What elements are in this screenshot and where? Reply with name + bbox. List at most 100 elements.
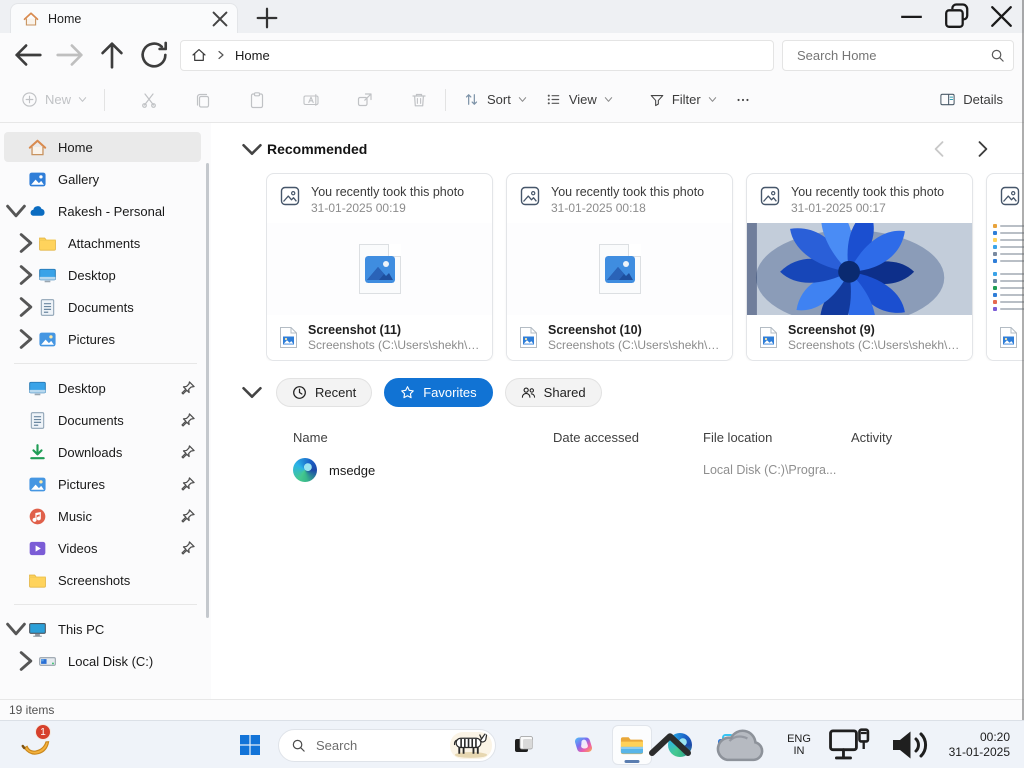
more-options-button[interactable] xyxy=(726,83,760,117)
recommended-card-partial[interactable] xyxy=(986,173,1024,361)
sidebar-item-home[interactable]: Home xyxy=(4,132,201,162)
card-file-name: Screenshot (11) xyxy=(308,322,480,338)
sidebar-item-local-disk-c-[interactable]: Local Disk (C:) xyxy=(4,646,201,676)
home-icon xyxy=(23,11,39,27)
search-highlight-chip[interactable] xyxy=(450,732,492,759)
documents-icon xyxy=(38,298,57,317)
sidebar-item-label: Desktop xyxy=(68,268,201,283)
copy-button[interactable] xyxy=(185,83,221,117)
recommended-card-screenshot-9-[interactable]: You recently took this photo31-01-2025 0… xyxy=(746,173,973,361)
tab-shared[interactable]: Shared xyxy=(505,378,602,407)
tray-chevron-up-icon[interactable] xyxy=(634,725,706,765)
sidebar-item-rakesh-personal[interactable]: Rakesh - Personal xyxy=(4,196,201,226)
minimize-button[interactable] xyxy=(889,0,934,33)
forward-button[interactable] xyxy=(52,38,88,72)
sidebar-item-videos[interactable]: Videos xyxy=(4,533,201,563)
carousel-right-icon[interactable] xyxy=(972,139,992,159)
sidebar-item-gallery[interactable]: Gallery xyxy=(4,164,201,194)
column-header-activity[interactable]: Activity xyxy=(851,430,971,445)
recommended-card-screenshot-11-[interactable]: You recently took this photo31-01-2025 0… xyxy=(266,173,493,361)
sidebar-item-attachments[interactable]: Attachments xyxy=(4,228,201,258)
chevron-right-icon[interactable] xyxy=(14,295,38,319)
search-input[interactable] xyxy=(795,47,990,64)
tab-home[interactable]: Home xyxy=(10,3,238,33)
tray-time: 00:20 xyxy=(980,730,1010,745)
tab-recent[interactable]: Recent xyxy=(276,378,372,407)
sidebar-item-label: Documents xyxy=(58,413,179,428)
chevron-right-icon[interactable] xyxy=(14,263,38,287)
refresh-button[interactable] xyxy=(136,38,172,72)
sidebar-item-music[interactable]: Music xyxy=(4,501,201,531)
tab-close-icon[interactable] xyxy=(209,8,231,30)
chevron-right-icon[interactable] xyxy=(14,231,38,255)
column-header-date-accessed[interactable]: Date accessed xyxy=(553,430,703,445)
sidebar-item-pictures[interactable]: Pictures xyxy=(4,469,201,499)
filter-button[interactable]: Filter xyxy=(640,83,726,117)
table-row-msedge[interactable]: msedgeLocal Disk (C:)\Progra... xyxy=(293,451,1024,489)
task-view-button[interactable] xyxy=(504,725,544,765)
taskbar: 1 ENG IN 00:20 31-01-2025 xyxy=(0,720,1024,768)
sidebar-item-documents[interactable]: Documents xyxy=(4,292,201,322)
language-switcher[interactable]: ENG IN xyxy=(779,725,819,765)
network-icon[interactable] xyxy=(819,725,880,765)
cut-button[interactable] xyxy=(131,83,167,117)
sidebar-item-desktop[interactable]: Desktop xyxy=(4,373,201,403)
chevron-down-icon[interactable] xyxy=(4,617,28,641)
search-icon[interactable] xyxy=(990,48,1005,63)
sort-button[interactable]: Sort xyxy=(454,83,536,117)
tab-favorites[interactable]: Favorites xyxy=(384,378,492,407)
clock[interactable]: 00:20 31-01-2025 xyxy=(941,725,1020,765)
sidebar-item-downloads[interactable]: Downloads xyxy=(4,437,201,467)
copy-icon xyxy=(194,91,212,109)
collapse-activity-icon[interactable] xyxy=(237,377,267,407)
sidebar-item-this-pc[interactable]: This PC xyxy=(4,614,201,644)
rename-button[interactable] xyxy=(293,83,329,117)
share-button[interactable] xyxy=(347,83,383,117)
paste-icon xyxy=(248,91,266,109)
sidebar-item-pictures[interactable]: Pictures xyxy=(4,324,201,354)
taskbar-search[interactable] xyxy=(278,729,496,762)
mini-explorer-thumbnail xyxy=(987,214,1024,315)
onedrive-tray-icon[interactable] xyxy=(706,725,779,765)
card-file-path: Screenshots (C:\Users\shekh\O... xyxy=(308,338,480,354)
view-button[interactable]: View xyxy=(536,83,622,117)
start-button[interactable] xyxy=(230,725,270,765)
details-button[interactable]: Details xyxy=(930,83,1012,117)
carousel-left-icon[interactable] xyxy=(930,139,950,159)
desktop-icon xyxy=(28,379,47,398)
notification-app-button[interactable]: 1 xyxy=(18,727,52,761)
close-button[interactable] xyxy=(979,0,1024,33)
chevron-down-icon[interactable] xyxy=(4,199,28,223)
address-bar[interactable]: Home xyxy=(180,40,774,71)
language-line2: IN xyxy=(793,745,804,758)
taskbar-search-input[interactable] xyxy=(314,737,442,754)
home-breadcrumb-icon xyxy=(191,47,207,63)
copilot-button[interactable] xyxy=(564,725,604,765)
volume-icon[interactable] xyxy=(880,725,941,765)
delete-button[interactable] xyxy=(401,83,437,117)
column-header-name[interactable]: Name xyxy=(293,430,553,445)
sidebar-item-screenshots[interactable]: Screenshots xyxy=(4,565,201,595)
command-toolbar: New Sort View Filter xyxy=(0,77,1024,123)
up-button[interactable] xyxy=(94,38,130,72)
column-header-file-location[interactable]: File location xyxy=(703,430,851,445)
chevron-right-icon[interactable] xyxy=(14,327,38,351)
sidebar-item-desktop[interactable]: Desktop xyxy=(4,260,201,290)
sidebar-item-label: Rakesh - Personal xyxy=(58,204,201,219)
rename-icon xyxy=(302,91,320,109)
chevron-right-icon[interactable] xyxy=(14,649,38,673)
breadcrumb[interactable]: Home xyxy=(235,48,270,63)
sidebar-divider xyxy=(14,363,197,364)
collapse-recommended-icon[interactable] xyxy=(237,134,267,164)
sidebar-item-documents[interactable]: Documents xyxy=(4,405,201,435)
pictures-icon xyxy=(38,330,57,349)
recommended-card-screenshot-10-[interactable]: You recently took this photo31-01-2025 0… xyxy=(506,173,733,361)
sidebar-scrollbar[interactable] xyxy=(206,163,209,618)
maximize-button[interactable] xyxy=(934,0,979,33)
paste-button[interactable] xyxy=(239,83,275,117)
pin-icon xyxy=(179,411,197,429)
new-button[interactable]: New xyxy=(12,83,96,117)
edge-icon xyxy=(293,458,317,482)
back-button[interactable] xyxy=(10,38,46,72)
new-tab-button[interactable] xyxy=(254,5,280,31)
